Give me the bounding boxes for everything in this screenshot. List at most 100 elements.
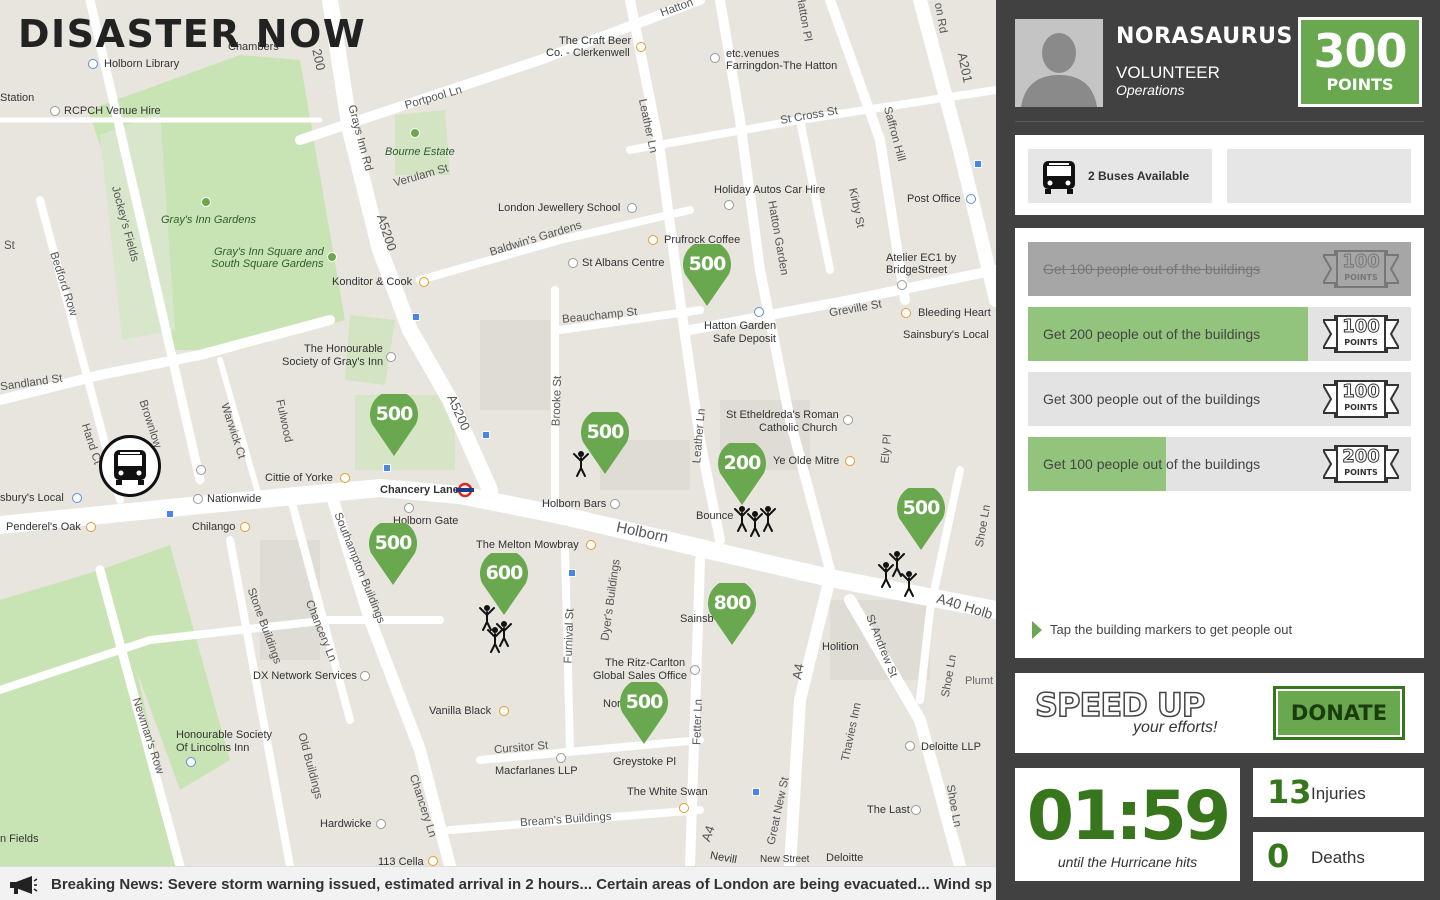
marker-value: 500 (625, 691, 664, 713)
building-marker[interactable]: 200 (717, 443, 767, 507)
buses-available-label: 2 Buses Available (1088, 169, 1190, 183)
task-label: Get 100 people out of the buildings (1043, 261, 1261, 277)
map-label-station: Station (0, 92, 35, 104)
park-icon (410, 128, 420, 138)
church-icon (843, 415, 853, 425)
poi-icon (193, 494, 203, 504)
poi-icon (186, 757, 196, 767)
map-label-holborn-library: Holborn Library (104, 58, 180, 70)
street-furnival: Furnival St (562, 608, 577, 664)
map-label-grays-inn-gardens: Gray's Inn Gardens (161, 214, 257, 226)
task-item[interactable]: Get 300 people out of the buildings 100 … (1028, 372, 1411, 426)
countdown-time: 01:59 (1026, 777, 1231, 856)
map-label-melton-mowbray: The Melton Mowbray (476, 539, 579, 551)
username: NORASAURUS (1116, 24, 1293, 49)
bus-stop-icon (412, 313, 420, 321)
poi-icon (905, 741, 915, 751)
marker-value: 500 (375, 403, 414, 425)
street-st-left: St (4, 240, 15, 252)
bar-icon (586, 540, 596, 550)
poi-icon (911, 805, 921, 815)
map-label-macfarlanes: Macfarlanes LLP (495, 765, 578, 777)
school-icon (627, 203, 637, 213)
map-label-sainsburys-local: Sainsbury's Local (903, 329, 989, 341)
marker-value: 500 (902, 497, 941, 519)
bar-icon (679, 803, 689, 813)
map-label-farringdon: Farringdon-The Hatton (726, 60, 838, 72)
map-label-hatton-garden-1: Hatton Garden (704, 320, 777, 332)
map-label-atelier: Atelier EC1 by (886, 252, 957, 264)
map-label-greystoke: Greystoke Pl (613, 756, 676, 768)
map-label-holiday-autos: Holiday Autos Car Hire (714, 184, 826, 196)
countdown-timer: 01:59 until the Hurricane hits (1015, 768, 1240, 881)
donate-button[interactable]: DONATE (1273, 686, 1405, 740)
divider (1015, 121, 1424, 122)
bar-icon (845, 456, 855, 466)
map-label-nationwide: Nationwide (207, 493, 262, 505)
task-item[interactable]: Get 200 people out of the buildings 100 … (1028, 307, 1411, 361)
poi-icon (897, 280, 907, 290)
map-label-holition: Holition (822, 641, 859, 653)
restaurant-icon (240, 522, 250, 532)
points-unit: POINTS (1326, 75, 1394, 94)
map-label-bleeding-heart: Bleeding Heart (918, 307, 991, 319)
speed-up-subline: your efforts! (1133, 719, 1218, 736)
task-reward-badge: 100 POINTS (1323, 314, 1399, 354)
map-label-the-last: The Last (867, 804, 910, 816)
hint-label: Tap the building markers to get people o… (1050, 622, 1293, 637)
map-label-grays-inn-square: Gray's Inn Square and (214, 246, 324, 258)
map-label-dx-network: DX Network Services (253, 670, 357, 682)
resource-slot-empty[interactable] (1227, 149, 1411, 203)
task-reward-unit: POINTS (1344, 468, 1378, 477)
map-label-deloitte-llp: Deloitte LLP (921, 741, 981, 753)
ticker-text: Breaking News: Severe storm warning issu… (51, 876, 992, 893)
avatar[interactable] (1015, 19, 1103, 107)
marker-value: 500 (688, 253, 727, 275)
building-marker[interactable]: 500 (368, 523, 418, 587)
people-icon (878, 551, 917, 597)
map-label-cella: 113 Cella (378, 856, 424, 866)
task-reward-badge: 100 POINTS (1323, 379, 1399, 419)
map-view[interactable]: Holborn Library Station RCPCH Venue Hire… (0, 0, 996, 866)
map-label-ritz-2: Global Sales Office (593, 670, 687, 682)
building-marker[interactable]: 500 (369, 394, 419, 458)
map-label-south-square: South Square Gardens (211, 258, 324, 270)
bar-icon (340, 473, 350, 483)
task-item[interactable]: Get 100 people out of the buildings 200 … (1028, 437, 1411, 491)
bus-marker[interactable] (99, 435, 161, 497)
injuries-label: Injuries (1311, 784, 1366, 803)
map-label-post-office: Post Office (907, 193, 961, 205)
map-label-konditor: Konditor & Cook (332, 276, 413, 288)
points-value: 300 (1313, 24, 1407, 78)
bus-stop-icon (568, 569, 576, 577)
resource-slot-buses[interactable]: 2 Buses Available (1028, 149, 1212, 203)
poi-icon (710, 53, 720, 63)
map-label-st-albans: St Albans Centre (582, 257, 665, 269)
poi-icon (360, 671, 370, 681)
task-reward-value: 100 (1342, 316, 1381, 337)
building-marker[interactable]: 500 (896, 488, 946, 552)
map-label-cittie-of-yorke: Cittie of Yorke (265, 472, 333, 484)
map-label-rcpch: RCPCH Venue Hire (64, 105, 161, 117)
poi-icon (376, 819, 386, 829)
task-item[interactable]: Get 100 people out of the buildings 100 … (1028, 242, 1411, 296)
shop-icon (72, 493, 82, 503)
building-marker[interactable]: 500 (682, 244, 732, 308)
task-label: Get 200 people out of the buildings (1043, 326, 1261, 342)
poi-icon (50, 106, 60, 116)
map-label-st-etheldreda-1: St Etheldreda's Roman (726, 409, 839, 421)
map-label-bridgestreet: BridgeStreet (886, 264, 948, 276)
restaurant-icon (901, 308, 911, 318)
bus-icon (1043, 161, 1075, 194)
map-label-honourable: The Honourable (304, 343, 383, 355)
deaths-stat: 0 Deaths (1253, 832, 1424, 881)
park-icon (201, 197, 211, 207)
poi-icon (690, 665, 700, 675)
map-label-fields: n Fields (0, 833, 39, 845)
building-marker[interactable]: 800 (707, 583, 757, 647)
map-label-london-jewellery: London Jewellery School (498, 202, 621, 214)
building-marker[interactable]: 500 (619, 682, 669, 746)
map-label-plumt: Plumt (965, 675, 994, 687)
countdown-caption: until the Hurricane hits (1057, 854, 1198, 870)
marker-value: 600 (485, 562, 524, 584)
